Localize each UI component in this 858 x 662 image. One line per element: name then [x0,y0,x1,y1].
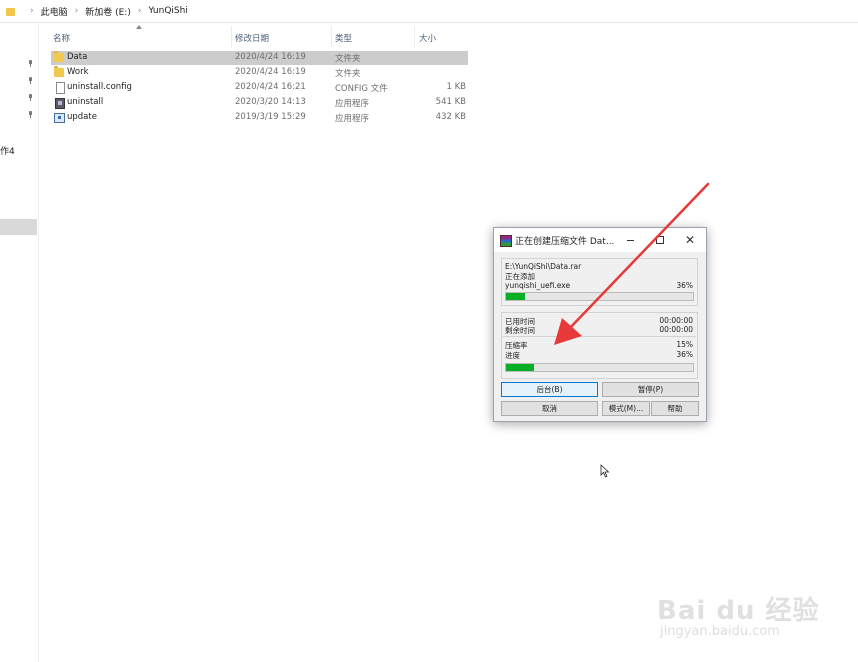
watermark-url: jingyan.baidu.com [660,624,780,639]
annotation-arrow [554,182,710,345]
mouse-cursor-icon [600,464,610,478]
baidu-jingyan-watermark-logo: Bai du 经验 [657,596,820,626]
